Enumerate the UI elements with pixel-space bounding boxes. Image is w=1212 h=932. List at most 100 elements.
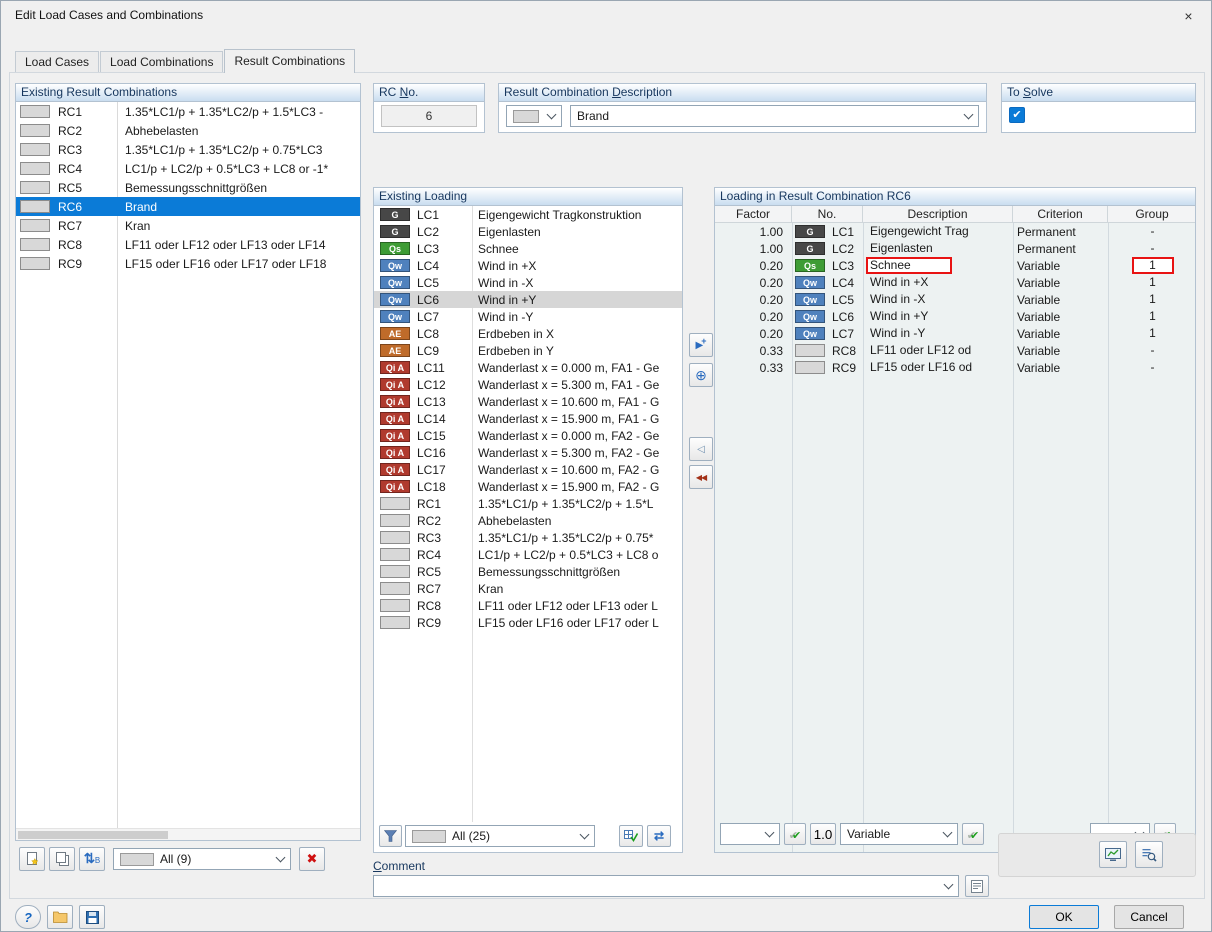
loading-row[interactable]: RC9 LF15 oder LF16 oder LF17 oder L: [374, 614, 682, 631]
invert-selection-button[interactable]: ⇄: [647, 825, 671, 847]
remove-all-button[interactable]: ◀◀: [689, 465, 713, 489]
group-cell[interactable]: -: [1108, 342, 1195, 359]
loading-row[interactable]: Qs LC3 Schnee: [374, 240, 682, 257]
criterion-cell[interactable]: Variable: [1013, 327, 1108, 341]
combination-row[interactable]: 1.00 GLC1 Eigengewicht Trag Permanent -: [715, 223, 1195, 240]
criterion-combo[interactable]: Variable: [840, 823, 958, 845]
combination-row[interactable]: 0.20 QwLC4 Wind in +X Variable 1: [715, 274, 1195, 291]
factor-cell[interactable]: 0.20: [715, 259, 792, 273]
factor-cell[interactable]: 0.20: [715, 293, 792, 307]
loading-row[interactable]: G LC2 Eigenlasten: [374, 223, 682, 240]
loading-row[interactable]: Qw LC7 Wind in -Y: [374, 308, 682, 325]
combination-row[interactable]: 0.33 RC8 LF11 oder LF12 od Variable -: [715, 342, 1195, 359]
loading-row[interactable]: Qw LC5 Wind in -X: [374, 274, 682, 291]
save-button[interactable]: [79, 905, 105, 929]
combination-row[interactable]: 0.20 QwLC7 Wind in -Y Variable 1: [715, 325, 1195, 342]
loading-row[interactable]: RC5 Bemessungsschnittgrößen: [374, 563, 682, 580]
result-combination-row[interactable]: RC7 Kran: [16, 216, 360, 235]
set-factor-one-button[interactable]: 1.0: [810, 823, 836, 845]
description-combo[interactable]: Brand: [570, 105, 979, 127]
loading-row[interactable]: AE LC8 Erdbeben in X: [374, 325, 682, 342]
result-combination-row[interactable]: RC8 LF11 oder LF12 oder LF13 oder LF14: [16, 235, 360, 254]
result-combination-row[interactable]: RC4 LC1/p + LC2/p + 0.5*LC3 + LC8 or -1*: [16, 159, 360, 178]
tab[interactable]: Load Combinations: [100, 51, 223, 72]
tab[interactable]: Result Combinations: [224, 49, 355, 73]
color-select[interactable]: [506, 105, 562, 127]
factor-cell[interactable]: 1.00: [715, 225, 792, 239]
result-combination-row[interactable]: RC5 Bemessungsschnittgrößen: [16, 178, 360, 197]
help-button[interactable]: ?: [15, 905, 41, 929]
loading-filter-select[interactable]: All (25): [405, 825, 595, 847]
result-combination-row[interactable]: RC1 1.35*LC1/p + 1.35*LC2/p + 1.5*LC3 -: [16, 102, 360, 121]
loading-row[interactable]: Qi A LC15 Wanderlast x = 0.000 m, FA2 - …: [374, 427, 682, 444]
add-options-button[interactable]: ⊕: [689, 363, 713, 387]
criterion-cell[interactable]: Permanent: [1013, 242, 1108, 256]
group-cell[interactable]: -: [1108, 359, 1195, 376]
loading-row[interactable]: AE LC9 Erdbeben in Y: [374, 342, 682, 359]
close-button[interactable]: ×: [1166, 1, 1211, 31]
horizontal-scrollbar[interactable]: [16, 828, 360, 840]
loading-row[interactable]: Qi A LC13 Wanderlast x = 10.600 m, FA1 -…: [374, 393, 682, 410]
factor-cell[interactable]: 0.20: [715, 310, 792, 324]
criterion-cell[interactable]: Permanent: [1013, 225, 1108, 239]
loading-row[interactable]: Qi A LC14 Wanderlast x = 15.900 m, FA1 -…: [374, 410, 682, 427]
renumber-button[interactable]: ⇅B: [79, 847, 105, 871]
result-combination-row[interactable]: RC6 Brand: [16, 197, 360, 216]
result-combination-row[interactable]: RC9 LF15 oder LF16 oder LF17 oder LF18: [16, 254, 360, 273]
factor-cell[interactable]: 0.20: [715, 276, 792, 290]
combination-row[interactable]: 0.20 QwLC5 Wind in -X Variable 1: [715, 291, 1195, 308]
group-cell[interactable]: 1: [1108, 257, 1195, 274]
loading-row[interactable]: RC8 LF11 oder LF12 oder LF13 oder L: [374, 597, 682, 614]
delete-combination-button[interactable]: ✖: [299, 847, 325, 871]
loading-row[interactable]: Qw LC4 Wind in +X: [374, 257, 682, 274]
comment-combo[interactable]: [373, 875, 959, 897]
group-cell[interactable]: -: [1108, 223, 1195, 240]
loading-row[interactable]: Qi A LC17 Wanderlast x = 10.600 m, FA2 -…: [374, 461, 682, 478]
criterion-cell[interactable]: Variable: [1013, 344, 1108, 358]
factor-cell[interactable]: 0.33: [715, 361, 792, 375]
criterion-cell[interactable]: Variable: [1013, 276, 1108, 290]
group-cell[interactable]: 1: [1108, 325, 1195, 342]
criterion-cell[interactable]: Variable: [1013, 361, 1108, 375]
check-button[interactable]: [1135, 841, 1163, 868]
factor-cell[interactable]: 0.20: [715, 327, 792, 341]
scrollbar-thumb[interactable]: [18, 831, 168, 839]
apply-criterion-button[interactable]: ✔✔: [962, 823, 984, 845]
group-cell[interactable]: 1: [1108, 291, 1195, 308]
graphic-button[interactable]: [1099, 841, 1127, 868]
factor-cell[interactable]: 0.33: [715, 344, 792, 358]
loading-row[interactable]: RC3 1.35*LC1/p + 1.35*LC2/p + 0.75*: [374, 529, 682, 546]
cancel-button[interactable]: Cancel: [1114, 905, 1184, 929]
open-button[interactable]: [47, 905, 73, 929]
combination-row[interactable]: 0.20 QsLC3 Schnee Variable 1: [715, 257, 1195, 274]
to-solve-checkbox[interactable]: ✔: [1009, 107, 1025, 123]
loading-row[interactable]: RC1 1.35*LC1/p + 1.35*LC2/p + 1.5*L: [374, 495, 682, 512]
loading-row[interactable]: RC2 Abhebelasten: [374, 512, 682, 529]
loading-row[interactable]: RC7 Kran: [374, 580, 682, 597]
ok-button[interactable]: OK: [1029, 905, 1099, 929]
tab[interactable]: Load Cases: [15, 51, 99, 72]
loading-row[interactable]: Qi A LC12 Wanderlast x = 5.300 m, FA1 - …: [374, 376, 682, 393]
select-all-button[interactable]: [619, 825, 643, 847]
factor-cell[interactable]: 1.00: [715, 242, 792, 256]
factor-combo[interactable]: [720, 823, 780, 845]
copy-combination-button[interactable]: [49, 847, 75, 871]
apply-factor-button[interactable]: ✔✔: [784, 823, 806, 845]
combination-row[interactable]: 1.00 GLC2 Eigenlasten Permanent -: [715, 240, 1195, 257]
group-cell[interactable]: 1: [1108, 274, 1195, 291]
rc-filter-select[interactable]: All (9): [113, 848, 291, 870]
add-to-combination-button[interactable]: ▶+: [689, 333, 713, 357]
group-cell[interactable]: -: [1108, 240, 1195, 257]
criterion-cell[interactable]: Variable: [1013, 310, 1108, 324]
loading-row[interactable]: Qi A LC16 Wanderlast x = 5.300 m, FA2 - …: [374, 444, 682, 461]
criterion-cell[interactable]: Variable: [1013, 259, 1108, 273]
result-combination-row[interactable]: RC3 1.35*LC1/p + 1.35*LC2/p + 0.75*LC3: [16, 140, 360, 159]
filter-button[interactable]: [379, 825, 402, 847]
new-combination-button[interactable]: [19, 847, 45, 871]
loading-row[interactable]: Qi A LC11 Wanderlast x = 0.000 m, FA1 - …: [374, 359, 682, 376]
loading-row[interactable]: Qw LC6 Wind in +Y: [374, 291, 682, 308]
loading-row[interactable]: G LC1 Eigengewicht Tragkonstruktion: [374, 206, 682, 223]
comment-templates-button[interactable]: [965, 875, 989, 897]
group-cell[interactable]: 1: [1108, 308, 1195, 325]
loading-row[interactable]: RC4 LC1/p + LC2/p + 0.5*LC3 + LC8 o: [374, 546, 682, 563]
